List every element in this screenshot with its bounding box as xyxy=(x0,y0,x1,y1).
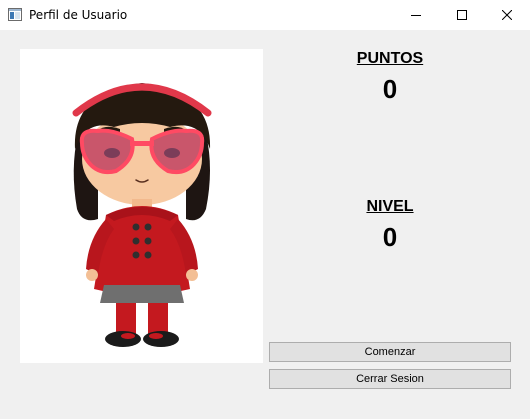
maximize-icon xyxy=(457,10,467,20)
window-title: Perfil de Usuario xyxy=(29,8,128,22)
minimize-button[interactable] xyxy=(393,0,439,30)
avatar-panel xyxy=(20,49,263,363)
close-button[interactable] xyxy=(484,0,530,30)
logout-button[interactable]: Cerrar Sesion xyxy=(269,369,511,389)
title-bar[interactable]: Perfil de Usuario xyxy=(0,0,530,30)
level-value: 0 xyxy=(382,222,398,252)
close-icon xyxy=(502,10,512,20)
window-app-icon xyxy=(8,8,22,21)
start-button[interactable]: Comenzar xyxy=(269,342,511,362)
maximize-button[interactable] xyxy=(439,0,485,30)
level-label: NIVEL xyxy=(366,198,414,215)
minimize-icon xyxy=(411,15,421,16)
points-label: PUNTOS xyxy=(356,50,424,67)
points-value: 0 xyxy=(382,74,398,104)
girl-character-avatar xyxy=(72,83,212,347)
profile-window: Perfil de Usuario PUNTOS 0 NIVEL 0 Comen… xyxy=(0,0,530,419)
